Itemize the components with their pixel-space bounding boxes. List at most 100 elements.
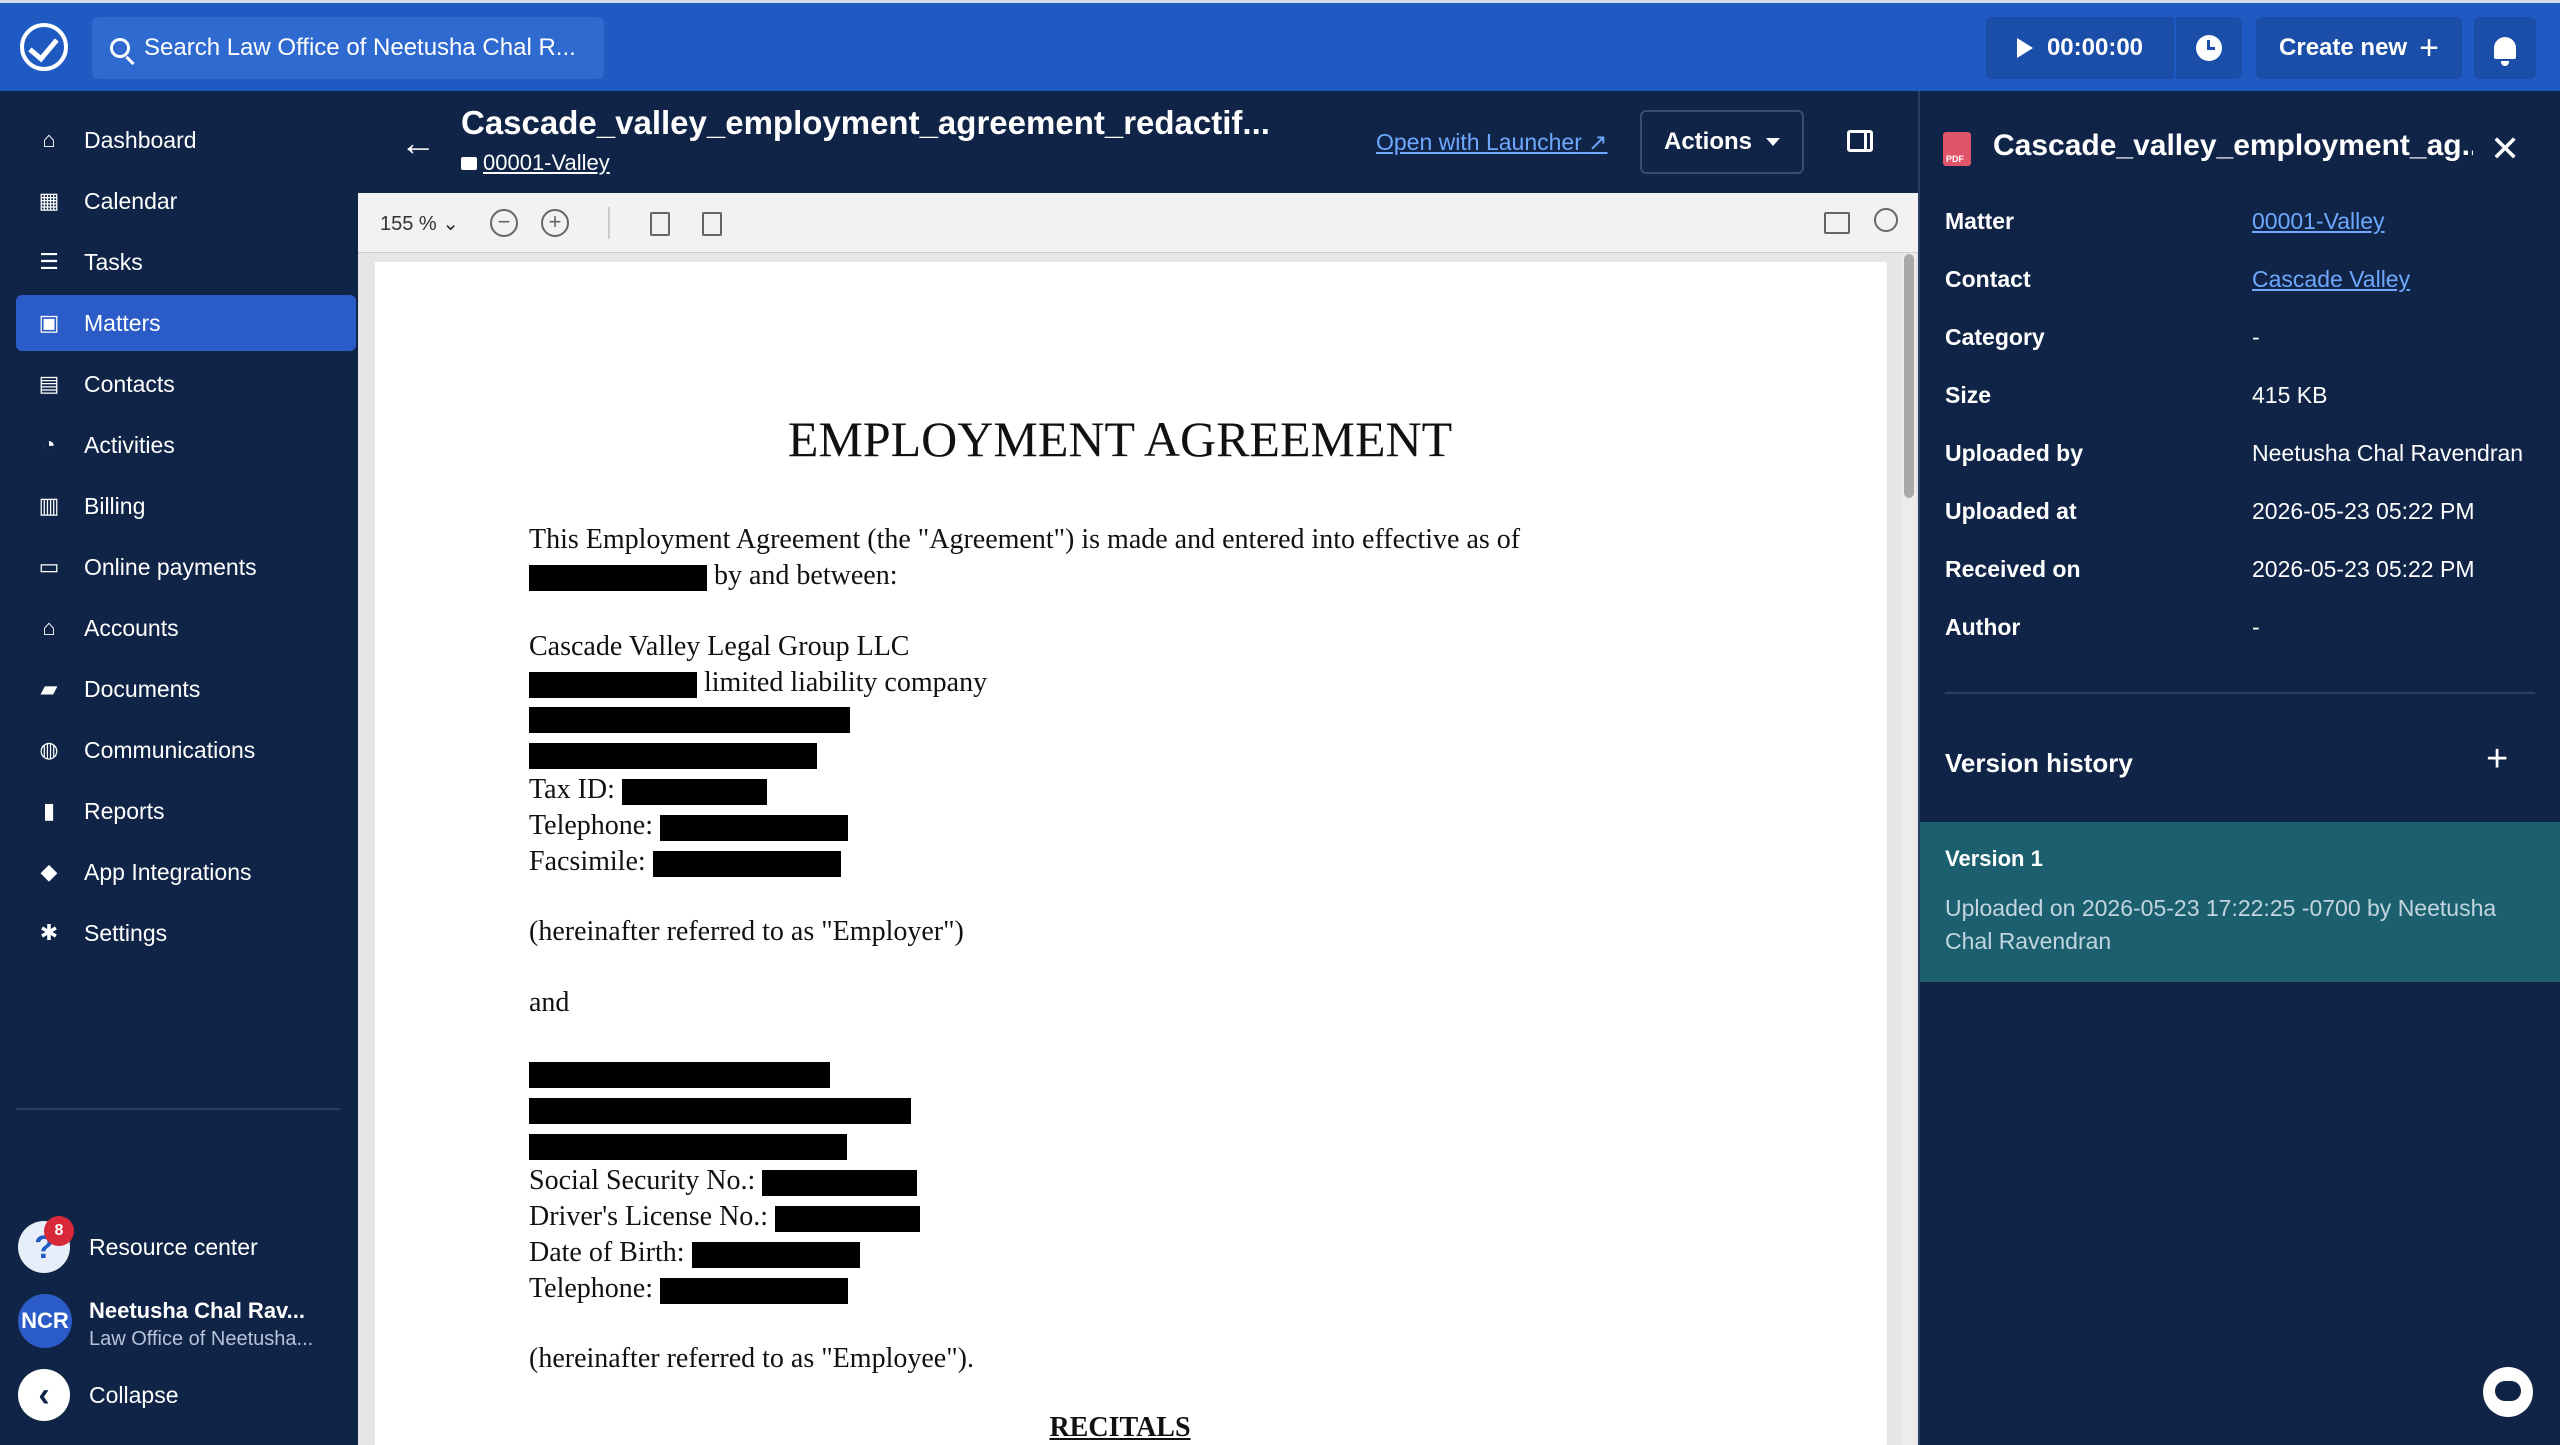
sidebar-item-calendar[interactable]: ▦ Calendar — [16, 173, 356, 229]
intro-line-1: This Employment Agreement (the "Agreemen… — [529, 524, 1521, 555]
chevron-left-icon[interactable]: ‹ — [18, 1369, 70, 1421]
tax-id-line: Tax ID: — [529, 774, 767, 806]
calendar-icon: ▦ — [38, 188, 60, 213]
sidebar-item-online-payments[interactable]: ▭ Online payments — [16, 539, 356, 595]
avatar[interactable]: NCR — [18, 1294, 72, 1348]
sidebar-item-billing[interactable]: ▥ Billing — [16, 478, 356, 534]
meta-label: Category — [1945, 324, 2045, 350]
toolbar-divider — [608, 207, 610, 239]
telephone-line: Telephone: — [529, 810, 848, 842]
sidebar-item-label: Documents — [84, 675, 201, 702]
sidebar-item-settings[interactable]: ✱ Settings — [16, 905, 356, 961]
meta-label: Received on — [1945, 556, 2081, 582]
document-matter-link[interactable]: 00001-Valley — [461, 150, 610, 176]
meta-value: - — [2252, 614, 2260, 640]
telephone2-line: Telephone: — [529, 1273, 848, 1305]
toggle-side-panel-icon[interactable] — [1847, 130, 1873, 152]
resource-center-link[interactable]: Resource center — [89, 1234, 258, 1261]
redaction-box — [529, 671, 697, 698]
plus-icon: + — [2419, 28, 2439, 67]
sidebar-item-label: Activities — [84, 431, 175, 458]
meta-label: Contact — [1945, 266, 2031, 292]
chat-bubble-icon[interactable] — [2483, 1367, 2533, 1417]
timer-history-button[interactable] — [2176, 17, 2242, 79]
redaction-box — [529, 1134, 847, 1160]
sidebar-item-label: Contacts — [84, 370, 175, 397]
clock-icon — [2196, 35, 2222, 61]
zoom-select[interactable]: 155 % ⌄ — [380, 211, 459, 236]
zoom-out-icon[interactable]: − — [490, 209, 518, 237]
sidebar-item-contacts[interactable]: ▤ Contacts — [16, 356, 356, 412]
search-document-icon[interactable] — [1874, 208, 1898, 232]
zoom-level: 155 % — [380, 213, 437, 235]
viewer-scroll-thumb[interactable] — [1904, 254, 1914, 498]
pdf-toolbar — [358, 193, 1918, 253]
home-icon: ⌂ — [42, 127, 56, 152]
sidebar-item-matters[interactable]: ▣ Matters — [16, 295, 356, 351]
sidebar-item-app-integrations[interactable]: ◆ App Integrations — [16, 844, 356, 900]
timer-widget: 00:00:00 — [1986, 17, 2242, 79]
employee-reference: (hereinafter referred to as "Employee"). — [529, 1343, 974, 1374]
folder-icon: ▰ — [40, 676, 58, 701]
redaction-box — [652, 850, 841, 877]
telephone-label: Telephone: — [529, 810, 653, 841]
sidebar-item-label: Reports — [84, 797, 165, 824]
redaction-box — [762, 1169, 918, 1196]
collapse-sidebar-button[interactable]: Collapse — [89, 1382, 179, 1409]
redaction-box — [529, 564, 707, 591]
details-title: Cascade_valley_employment_ag... — [1993, 129, 2473, 162]
sidebar-item-dashboard[interactable]: ⌂ Dashboard — [16, 112, 356, 168]
intro-line-2-text: by and between: — [714, 560, 898, 591]
version-name: Version 1 — [1945, 846, 2043, 871]
actions-dropdown[interactable]: Actions — [1640, 110, 1804, 174]
rotate-clockwise-icon[interactable] — [650, 212, 670, 236]
shapes-icon: ◆ — [40, 859, 58, 884]
user-name[interactable]: Neetusha Chal Rav... — [89, 1298, 305, 1324]
document-heading: EMPLOYMENT AGREEMENT — [787, 411, 1453, 467]
zoom-in-icon[interactable]: + — [541, 209, 569, 237]
timer-value: 00:00:00 — [2046, 34, 2144, 61]
back-arrow-icon[interactable]: ← — [400, 122, 436, 164]
global-search-input[interactable]: Search Law Office of Neetusha Chal R... — [92, 17, 604, 79]
close-icon[interactable]: ✕ — [2490, 128, 2520, 170]
redaction-box — [529, 1098, 911, 1124]
app-logo-icon[interactable] — [20, 23, 68, 71]
create-new-button[interactable]: Create new + — [2256, 17, 2462, 79]
notifications-button[interactable] — [2474, 17, 2536, 79]
meta-value[interactable]: 00001-Valley — [2252, 208, 2385, 235]
tax-id-label: Tax ID: — [529, 774, 615, 805]
print-icon[interactable] — [1824, 212, 1850, 234]
sidebar-item-communications[interactable]: ◍ Communications — [16, 722, 356, 778]
meta-value: 415 KB — [2252, 382, 2328, 408]
search-placeholder: Search Law Office of Neetusha Chal R... — [144, 34, 576, 61]
employer-type: limited liability company — [704, 667, 988, 698]
open-with-launcher-link[interactable]: Open with Launcher ↗ — [1376, 129, 1608, 156]
meta-label: Size — [1945, 382, 1992, 408]
redaction-box — [529, 707, 850, 733]
sidebar-item-tasks[interactable]: ☰ Tasks — [16, 234, 356, 290]
redaction-box — [775, 1205, 921, 1232]
recitals-heading: RECITALS — [1049, 1412, 1191, 1443]
meta-value[interactable]: Cascade Valley — [2252, 266, 2410, 293]
rotate-counterclockwise-icon[interactable] — [702, 212, 722, 236]
briefcase-icon — [461, 157, 477, 170]
user-firm: Law Office of Neetusha... — [89, 1328, 314, 1350]
bank-icon: ⌂ — [42, 615, 56, 640]
redaction-box — [691, 1241, 860, 1268]
timer-start-button[interactable]: 00:00:00 — [1986, 17, 2176, 79]
sidebar-item-activities[interactable]: ◔ Activities — [16, 417, 356, 473]
search-icon — [110, 38, 130, 58]
dob-label: Date of Birth: — [529, 1237, 685, 1268]
sidebar-item-documents[interactable]: ▰ Documents — [16, 661, 356, 717]
sidebar-item-label: Tasks — [84, 248, 143, 275]
employer-name: Cascade Valley Legal Group LLC — [529, 631, 910, 662]
employer-reference: (hereinafter referred to as "Employer") — [529, 916, 964, 947]
sidebar-item-reports[interactable]: ▮ Reports — [16, 783, 356, 839]
redaction-box — [529, 1062, 830, 1088]
sidebar-item-accounts[interactable]: ⌂ Accounts — [16, 600, 356, 656]
and-text: and — [529, 987, 570, 1018]
sidebar-item-label: Accounts — [84, 614, 179, 641]
add-version-icon[interactable]: + — [2486, 738, 2508, 781]
sidebar-item-label: App Integrations — [84, 858, 252, 885]
meta-value: 2026-05-23 05:22 PM — [2252, 556, 2475, 582]
